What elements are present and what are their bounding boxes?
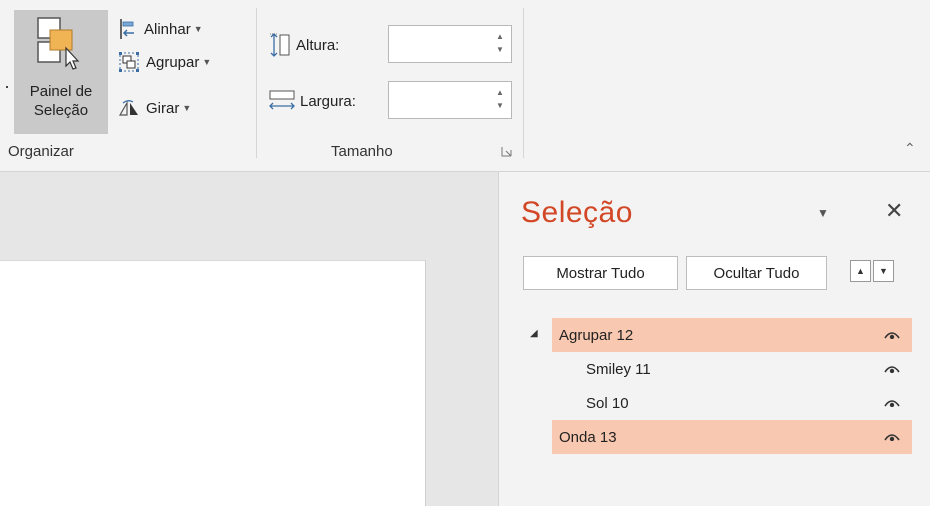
overflow-dot bbox=[6, 86, 8, 88]
selection-pane-label: Painel de Seleção bbox=[14, 82, 108, 120]
ribbon: Painel de Seleção Alinhar ▼ Agrupar ▼ Gi… bbox=[0, 0, 930, 172]
pane-title: Seleção bbox=[521, 196, 633, 229]
group-separator bbox=[256, 8, 257, 158]
selection-pane-label-line1: Painel de bbox=[29, 83, 93, 100]
list-item[interactable]: Smiley 11 bbox=[552, 352, 912, 386]
arrange-group-label: Organizar bbox=[8, 143, 74, 160]
slide-workspace bbox=[0, 172, 498, 506]
width-input[interactable]: ▲ ▼ bbox=[388, 81, 512, 119]
eye-icon[interactable] bbox=[884, 398, 900, 407]
group-button[interactable]: Agrupar ▼ bbox=[118, 49, 211, 75]
list-item-label: Agrupar 12 bbox=[559, 326, 634, 344]
width-label: Largura: bbox=[300, 92, 356, 110]
list-item[interactable]: ◢ Agrupar 12 bbox=[530, 318, 912, 352]
group-separator bbox=[523, 8, 524, 158]
width-row: Largura: bbox=[268, 84, 356, 118]
group-label: Agrupar bbox=[146, 53, 200, 71]
slide-canvas[interactable] bbox=[0, 260, 426, 506]
list-item[interactable]: Sol 10 bbox=[552, 386, 912, 420]
selection-pane-button[interactable]: Painel de Seleção bbox=[14, 10, 108, 134]
eye-icon[interactable] bbox=[884, 364, 900, 373]
height-input[interactable]: ▲ ▼ bbox=[388, 25, 512, 63]
eye-icon[interactable] bbox=[884, 432, 900, 441]
dialog-launcher-icon[interactable] bbox=[501, 146, 512, 157]
list-item[interactable]: Onda 13 bbox=[552, 420, 912, 454]
collapse-ribbon-icon[interactable]: ⌃ bbox=[904, 140, 916, 157]
move-up-button[interactable]: ▲ bbox=[850, 260, 871, 282]
rotate-button[interactable]: Girar ▼ bbox=[118, 95, 191, 121]
align-icon bbox=[120, 19, 134, 39]
selection-pane-icon bbox=[36, 16, 86, 81]
align-label: Alinhar bbox=[144, 20, 191, 38]
size-group-label: Tamanho bbox=[331, 143, 393, 160]
spinner-arrows[interactable]: ▲ ▼ bbox=[495, 30, 505, 56]
list-item-label: Smiley 11 bbox=[586, 360, 651, 378]
selection-pane: Seleção ▼ ✕ Mostrar Tudo Ocultar Tudo ▲ … bbox=[498, 172, 930, 506]
move-down-icon: ▼ bbox=[879, 266, 888, 276]
expand-icon[interactable]: ◢ bbox=[530, 328, 538, 339]
hide-all-button[interactable]: Ocultar Tudo bbox=[686, 256, 827, 290]
list-item-label: Onda 13 bbox=[559, 428, 617, 446]
chevron-down-icon: ▼ bbox=[202, 57, 212, 67]
chevron-down-icon: ▼ bbox=[182, 103, 192, 113]
group-icon bbox=[119, 52, 139, 72]
chevron-down-icon: ▼ bbox=[193, 24, 203, 34]
width-icon bbox=[269, 90, 295, 110]
pane-options-icon[interactable]: ▼ bbox=[817, 206, 829, 220]
move-down-button[interactable]: ▼ bbox=[873, 260, 894, 282]
close-icon[interactable]: ✕ bbox=[885, 198, 903, 224]
align-button[interactable]: Alinhar ▼ bbox=[118, 16, 203, 42]
list-item-label: Sol 10 bbox=[586, 394, 629, 412]
app-window: Painel de Seleção Alinhar ▼ Agrupar ▼ Gi… bbox=[0, 0, 930, 506]
height-icon bbox=[270, 33, 290, 57]
show-all-button[interactable]: Mostrar Tudo bbox=[523, 256, 678, 290]
move-up-icon: ▲ bbox=[856, 266, 865, 276]
spinner-arrows[interactable]: ▲ ▼ bbox=[495, 86, 505, 112]
height-label: Altura: bbox=[296, 36, 340, 54]
rotate-label: Girar bbox=[146, 99, 180, 117]
selection-pane-label-line2: Seleção bbox=[33, 102, 89, 119]
selection-list: ◢ Agrupar 12 Smiley 11 Sol 10 Onda 13 bbox=[530, 318, 912, 454]
eye-icon[interactable] bbox=[884, 330, 900, 339]
rotate-icon bbox=[118, 100, 138, 116]
height-row: Altura: bbox=[268, 28, 339, 62]
